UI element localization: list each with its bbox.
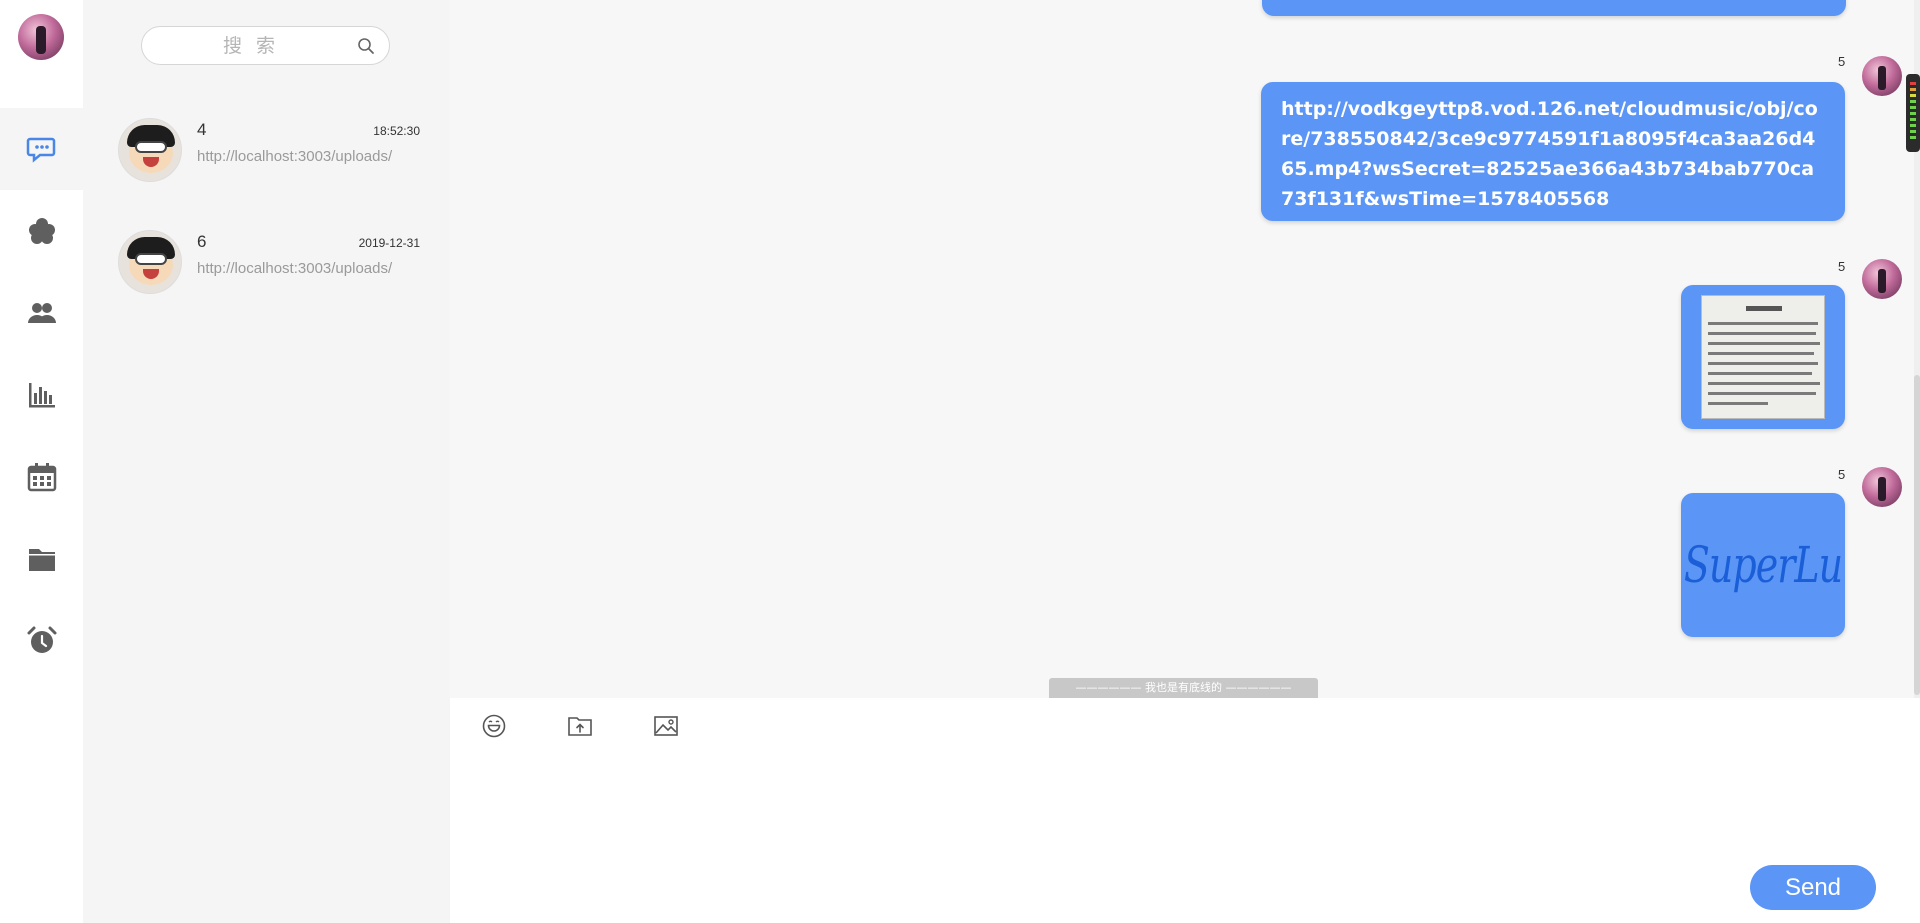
calendar-icon xyxy=(27,463,56,492)
message-composer: Send xyxy=(450,698,1920,923)
conversation-time: 18:52:30 xyxy=(373,124,420,138)
end-of-history-tip: —————— 我也是有底线的 —————— xyxy=(1049,678,1318,698)
nav-rail xyxy=(0,0,83,923)
message-avatar xyxy=(1862,467,1902,507)
chat-messages[interactable]: 5 http://vodkgeyttp8.vod.126.net/cloudmu… xyxy=(450,0,1920,698)
conversation-panel: 4 18:52:30 http://localhost:3003/uploads… xyxy=(83,0,450,923)
nav-item-calendar[interactable] xyxy=(0,436,83,518)
message-sender: 5 xyxy=(1838,467,1846,482)
image-icon[interactable] xyxy=(652,712,680,740)
message-avatar xyxy=(1862,259,1902,299)
scroll-thumb[interactable] xyxy=(1914,375,1920,695)
contact-avatar xyxy=(118,230,182,294)
signature-image[interactable]: SuperLu xyxy=(1681,493,1845,637)
send-button[interactable]: Send xyxy=(1750,865,1876,910)
conversation-preview: http://localhost:3003/uploads/ xyxy=(197,260,393,277)
nav-item-files[interactable] xyxy=(0,518,83,600)
conversation-name: 6 xyxy=(197,232,207,251)
nav-item-moments[interactable] xyxy=(0,190,83,272)
alarm-clock-icon xyxy=(27,626,56,653)
contact-avatar xyxy=(118,118,182,182)
emoji-icon[interactable] xyxy=(480,712,508,740)
search-icon[interactable] xyxy=(357,37,375,55)
signature-text: SuperLu xyxy=(1683,536,1843,594)
users-icon xyxy=(27,303,56,323)
chat-bubble-icon xyxy=(26,137,55,163)
message-text: http://vodkgeyttp8.vod.126.net/cloudmusi… xyxy=(1281,98,1818,210)
nav-item-stats[interactable] xyxy=(0,354,83,436)
nav-item-alarm[interactable] xyxy=(0,600,83,682)
message-image-bubble[interactable] xyxy=(1681,285,1845,429)
conversation-preview: http://localhost:3003/uploads/ xyxy=(197,148,393,165)
chat-app: 4 18:52:30 http://localhost:3003/uploads… xyxy=(0,0,1920,923)
message-sender: 5 xyxy=(1838,259,1846,274)
message-image-bubble[interactable]: SuperLu xyxy=(1681,493,1845,637)
search-box xyxy=(141,26,390,65)
message-input[interactable] xyxy=(470,756,1890,856)
conversation-time: 2019-12-31 xyxy=(358,236,420,250)
conversation-item[interactable]: 6 2019-12-31 http://localhost:3003/uploa… xyxy=(83,210,450,310)
level-meter xyxy=(1906,74,1920,152)
document-photo[interactable] xyxy=(1701,295,1825,419)
search-input[interactable] xyxy=(156,34,346,58)
flower-icon xyxy=(28,218,55,244)
conversation-name: 4 xyxy=(197,120,207,139)
message-avatar xyxy=(1862,56,1902,96)
folder-icon xyxy=(28,549,55,571)
message-bubble-partial xyxy=(1262,0,1846,16)
nav-item-messages[interactable] xyxy=(0,108,83,190)
bar-chart-icon xyxy=(28,383,55,408)
conversation-item[interactable]: 4 18:52:30 http://localhost:3003/uploads… xyxy=(83,98,450,198)
message-sender: 5 xyxy=(1838,54,1846,69)
user-avatar[interactable] xyxy=(18,14,64,60)
message-bubble[interactable]: http://vodkgeyttp8.vod.126.net/cloudmusi… xyxy=(1261,82,1845,221)
nav-item-contacts[interactable] xyxy=(0,272,83,354)
file-upload-icon[interactable] xyxy=(566,712,594,740)
